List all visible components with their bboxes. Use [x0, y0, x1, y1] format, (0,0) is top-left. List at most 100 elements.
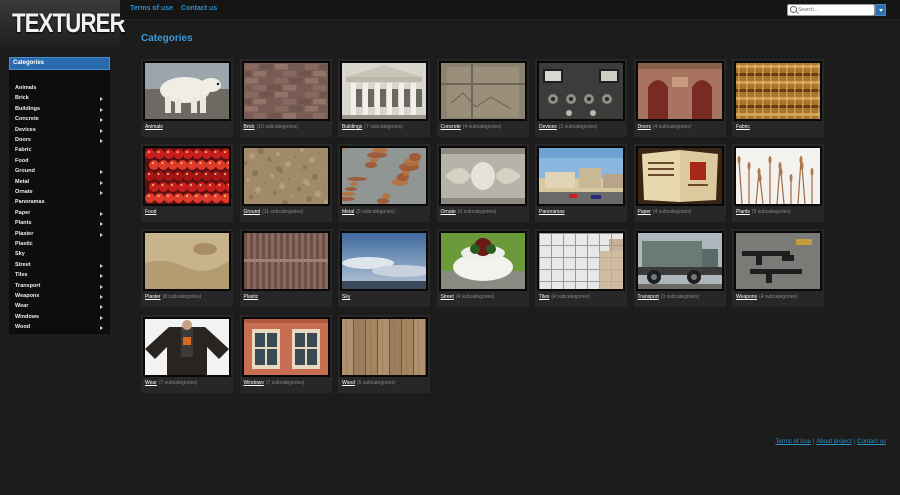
category-link[interactable]: Transport	[638, 294, 659, 300]
category-card-concrete[interactable]: Concrete (4 subcategories)	[436, 59, 529, 137]
category-thumbnail-concrete[interactable]	[440, 63, 525, 119]
sidebar-item-sky[interactable]: Sky	[9, 250, 110, 260]
category-thumbnail-ground[interactable]	[243, 148, 328, 205]
category-link[interactable]: Wear	[145, 380, 157, 386]
sidebar-item-doors[interactable]: Doors	[9, 136, 110, 146]
category-thumbnail-metal[interactable]	[342, 148, 426, 205]
sidebar-item-tiles[interactable]: Tiles	[9, 271, 110, 281]
category-card-tiles[interactable]: Tiles (4 subcategories)	[535, 229, 627, 308]
category-card-ornate[interactable]: Ornate (9 subcategories)	[436, 144, 529, 223]
category-card-wear[interactable]: Wear (7 subcategories)	[141, 314, 233, 393]
footer-about-link[interactable]: About project	[816, 439, 851, 445]
sidebar-item-animals[interactable]: Animals	[9, 84, 110, 94]
sidebar-item-windows[interactable]: Windows	[9, 313, 110, 323]
category-thumbnail-tiles[interactable]	[539, 233, 623, 290]
category-card-fabric[interactable]: Fabric	[732, 59, 824, 137]
category-thumbnail-transport[interactable]	[637, 233, 722, 290]
category-thumbnail-food[interactable]	[145, 148, 229, 205]
category-card-plants[interactable]: Plants (5 subcategories)	[732, 144, 824, 223]
category-card-animals[interactable]: Animals	[141, 59, 233, 137]
category-link[interactable]: Ground	[244, 209, 261, 215]
category-link[interactable]: Buildings	[342, 124, 362, 130]
category-link[interactable]: Tiles	[539, 294, 549, 300]
category-card-panoramas[interactable]: Panoramas	[535, 144, 627, 223]
sidebar-item-brick[interactable]: Brick	[9, 94, 110, 104]
category-thumbnail-street[interactable]	[440, 233, 525, 290]
category-link[interactable]: Paper	[638, 209, 651, 215]
category-card-street[interactable]: Street (4 subcategories)	[436, 229, 529, 308]
category-card-metal[interactable]: Metal (5 subcategories)	[338, 144, 430, 223]
category-thumbnail-animals[interactable]	[145, 63, 229, 119]
category-card-buildings[interactable]: Buildings (7 subcategories)	[338, 59, 430, 137]
category-thumbnail-paper[interactable]	[637, 148, 722, 205]
category-card-food[interactable]: Food	[141, 144, 233, 223]
category-link[interactable]: Devices	[539, 124, 557, 130]
category-link[interactable]: Animals	[145, 124, 163, 130]
category-thumbnail-brick[interactable]	[243, 63, 328, 119]
category-card-plastic[interactable]: Plastic	[239, 229, 332, 308]
category-thumbnail-wear[interactable]	[145, 318, 229, 375]
category-link[interactable]: Plants	[736, 209, 750, 215]
footer-contact-link[interactable]: Contact us	[857, 439, 886, 445]
category-link[interactable]: Metal	[342, 209, 354, 215]
category-link[interactable]: Plaster	[145, 294, 161, 300]
sidebar-item-buildings[interactable]: Buildings	[9, 105, 110, 115]
category-link[interactable]: Fabric	[736, 124, 750, 130]
sidebar-item-wear[interactable]: Wear	[9, 302, 110, 312]
terms-of-use-link[interactable]: Terms of use	[130, 5, 173, 12]
sidebar-item-devices[interactable]: Devices	[9, 126, 110, 136]
category-thumbnail-weapons[interactable]	[736, 233, 820, 290]
search-dropdown-button[interactable]	[875, 4, 886, 16]
category-link[interactable]: Sky	[342, 294, 350, 300]
category-link[interactable]: Plastic	[244, 294, 259, 300]
category-thumbnail-plants[interactable]	[736, 148, 820, 205]
category-link[interactable]: Weapons	[736, 294, 757, 300]
category-link[interactable]: Concrete	[441, 124, 461, 130]
category-card-sky[interactable]: Sky	[338, 229, 430, 308]
category-link[interactable]: Food	[145, 209, 156, 215]
category-card-wood[interactable]: Wood (6 subcategories)	[338, 314, 430, 393]
category-card-ground[interactable]: Ground (11 subcategories)	[239, 144, 332, 223]
category-card-plaster[interactable]: Plaster (8 subcategories)	[141, 229, 233, 308]
category-thumbnail-wood[interactable]	[342, 318, 426, 375]
category-link[interactable]: Windows	[244, 380, 264, 386]
sidebar-item-concrete[interactable]: Concrete	[9, 115, 110, 125]
category-thumbnail-plastic[interactable]	[243, 233, 328, 290]
category-link[interactable]: Wood	[342, 380, 355, 386]
category-thumbnail-windows[interactable]	[243, 318, 328, 375]
category-link[interactable]: Doors	[638, 124, 651, 130]
category-link[interactable]: Panoramas	[539, 209, 565, 215]
category-thumbnail-fabric[interactable]	[736, 63, 820, 119]
sidebar-item-ground[interactable]: Ground	[9, 167, 110, 177]
category-link[interactable]: Ornate	[441, 209, 456, 215]
sidebar-item-wood[interactable]: Wood	[9, 323, 110, 333]
category-card-weapons[interactable]: Weapons (4 subcategories)	[732, 229, 824, 308]
category-card-transport[interactable]: Transport (3 subcategories)	[633, 229, 726, 308]
sidebar-item-plastic[interactable]: Plastic	[9, 240, 110, 250]
sidebar-item-street[interactable]: Street	[9, 261, 110, 271]
category-thumbnail-sky[interactable]	[342, 233, 426, 290]
category-link[interactable]: Street	[441, 294, 454, 300]
category-link[interactable]: Brick	[244, 124, 255, 130]
sidebar-item-weapons[interactable]: Weapons	[9, 292, 110, 302]
category-card-doors[interactable]: Doors (4 subcategories)	[633, 59, 726, 137]
site-logo[interactable]: TEXTURER	[0, 0, 126, 52]
contact-us-link[interactable]: Contact us	[181, 5, 217, 12]
category-thumbnail-plaster[interactable]	[145, 233, 229, 290]
category-card-brick[interactable]: Brick (15 subcategories)	[239, 59, 332, 137]
category-thumbnail-ornate[interactable]	[440, 148, 525, 205]
sidebar-item-transport[interactable]: Transport	[9, 282, 110, 292]
category-thumbnail-doors[interactable]	[637, 63, 722, 119]
sidebar-item-plants[interactable]: Plants	[9, 219, 110, 229]
sidebar-item-plaster[interactable]: Plaster	[9, 230, 110, 240]
category-thumbnail-panoramas[interactable]	[539, 148, 623, 205]
sidebar-item-ornate[interactable]: Ornate	[9, 188, 110, 198]
sidebar-item-fabric[interactable]: Fabric	[9, 146, 110, 156]
sidebar-item-metal[interactable]: Metal	[9, 178, 110, 188]
sidebar-item-paper[interactable]: Paper	[9, 209, 110, 219]
category-thumbnail-devices[interactable]	[539, 63, 623, 119]
sidebar-item-panoramas[interactable]: Panoramas	[9, 198, 110, 208]
search-input[interactable]	[798, 5, 870, 15]
sidebar-item-food[interactable]: Food	[9, 157, 110, 167]
footer-terms-link[interactable]: Terms of Use	[775, 439, 810, 445]
